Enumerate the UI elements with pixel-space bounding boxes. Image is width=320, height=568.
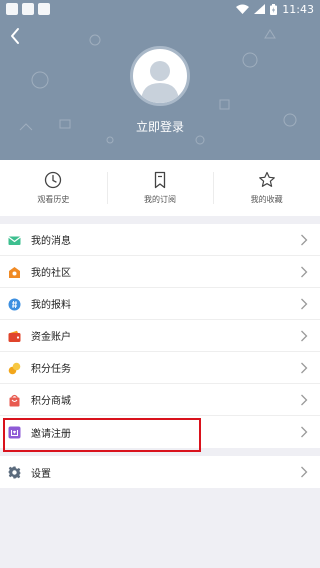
points-task-icon — [8, 362, 21, 375]
watch-history-button[interactable]: 观看历史 — [0, 160, 107, 216]
notification-icon — [22, 3, 34, 15]
menu-item-points-mall[interactable]: 积分商城 — [0, 384, 320, 416]
status-indicators: 11:43 — [236, 2, 314, 16]
menu-item-label: 我的报料 — [31, 300, 71, 311]
quick-action-label: 我的收藏 — [250, 195, 283, 204]
menu-item-label: 设置 — [31, 468, 51, 480]
menu-item-wallet[interactable]: 资金账户 — [0, 320, 320, 352]
signal-icon — [254, 4, 266, 14]
quick-action-label: 观看历史 — [37, 195, 70, 204]
notification-icon — [38, 3, 50, 15]
subscriptions-button[interactable]: 我的订阅 — [106, 160, 214, 216]
menu-item-invite-register[interactable]: 邀请注册 — [0, 416, 320, 448]
settings-section: 设置 — [0, 456, 320, 488]
menu-item-settings[interactable]: 设置 — [0, 456, 320, 488]
wallet-icon — [8, 330, 21, 342]
user-silhouette-icon — [141, 61, 179, 103]
avatar[interactable] — [130, 46, 190, 106]
menu-item-label: 积分任务 — [31, 364, 71, 375]
menu-item-messages[interactable]: 我的消息 — [0, 224, 320, 256]
notification-icon — [6, 3, 18, 15]
clock-icon — [45, 171, 62, 189]
chevron-right-icon — [301, 234, 308, 246]
menu-item-community[interactable]: 我的社区 — [0, 256, 320, 288]
menu-item-label: 邀请注册 — [31, 428, 71, 440]
quick-action-label: 我的订阅 — [144, 195, 176, 204]
wifi-icon — [236, 4, 250, 14]
chevron-right-icon — [301, 266, 308, 278]
favorites-button[interactable]: 我的收藏 — [213, 160, 320, 216]
menu-item-reports[interactable]: 我的报料 — [0, 288, 320, 320]
chevron-right-icon — [301, 466, 308, 478]
chevron-right-icon — [301, 394, 308, 406]
menu-item-points-tasks[interactable]: 积分任务 — [0, 352, 320, 384]
chevron-right-icon — [301, 298, 308, 310]
invite-icon — [8, 426, 21, 439]
quick-actions: 观看历史 我的订阅 我的收藏 — [0, 160, 320, 216]
chevron-right-icon — [301, 330, 308, 342]
login-button[interactable]: 立即登录 — [0, 118, 320, 135]
community-icon — [9, 267, 20, 278]
bookmark-icon — [154, 171, 166, 189]
menu-item-label: 积分商城 — [31, 396, 71, 407]
shopping-bag-icon — [9, 394, 20, 407]
status-bar: 11:43 — [0, 0, 320, 18]
report-icon — [8, 298, 21, 311]
menu-item-label: 我的社区 — [31, 268, 71, 279]
status-time: 11:43 — [282, 2, 314, 16]
menu-list: 我的消息 我的社区 我的报料 资金账户 积分任务 积分商城 邀请注册 — [0, 224, 320, 448]
battery-icon — [270, 3, 278, 15]
star-icon — [258, 171, 275, 187]
envelope-icon — [8, 236, 21, 245]
menu-item-label: 我的消息 — [31, 236, 71, 247]
menu-item-label: 资金账户 — [31, 332, 71, 343]
chevron-right-icon — [301, 426, 308, 438]
back-arrow-icon[interactable] — [6, 26, 26, 46]
chevron-right-icon — [301, 362, 308, 374]
gear-icon — [8, 466, 21, 479]
profile-header: 11:43 立即登录 — [0, 0, 320, 160]
